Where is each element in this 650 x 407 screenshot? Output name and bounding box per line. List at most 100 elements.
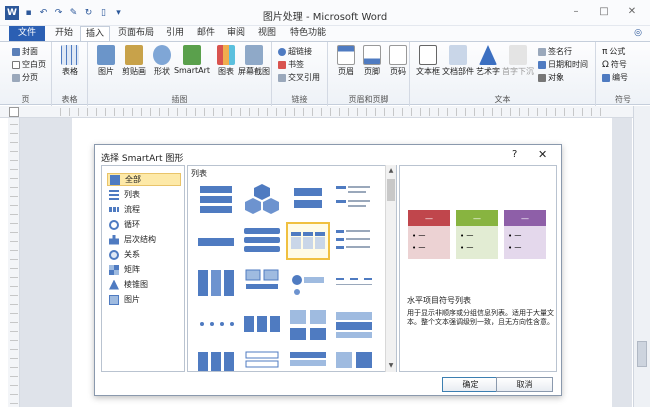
signature-line-button[interactable]: 签名行 <box>538 46 572 57</box>
layout-thumbnail[interactable] <box>332 348 376 371</box>
help-button[interactable]: ? <box>512 149 517 160</box>
layout-thumbnail[interactable] <box>332 222 376 260</box>
tab-home[interactable]: 开始 <box>50 26 78 41</box>
category-list: 全部 列表 流程 循环 层次结构 关系 矩阵 棱锥图 图片 <box>101 165 185 372</box>
symbol-button[interactable]: Ω 符号 <box>602 59 627 70</box>
tab-mailings[interactable]: 邮件 <box>193 26 219 41</box>
scroll-thumb[interactable] <box>637 341 647 367</box>
help-icon[interactable]: ◎ <box>634 28 642 38</box>
numbering-button[interactable]: 编号 <box>602 72 628 83</box>
group-label: 符号 <box>615 95 631 104</box>
footer-icon <box>363 45 381 65</box>
layout-thumbnail[interactable] <box>332 180 376 218</box>
vertical-ruler[interactable] <box>8 118 20 407</box>
category-list-item[interactable]: 列表 <box>107 188 181 201</box>
bullet-1: • 一 <box>508 232 521 240</box>
layout-thumbnail[interactable] <box>240 348 284 371</box>
gallery-scrollbar[interactable]: ▲ ▼ <box>385 165 396 372</box>
tab-page-layout[interactable]: 页面布局 <box>114 26 158 41</box>
category-pyramid[interactable]: 棱锥图 <box>107 278 181 291</box>
date-time-button[interactable]: 日期和时间 <box>538 59 588 70</box>
category-relationship[interactable]: 关系 <box>107 248 181 261</box>
table-button[interactable]: 表格 <box>52 45 88 77</box>
layout-thumbnail[interactable] <box>194 264 238 302</box>
pi-icon: π <box>602 46 608 57</box>
blank-page-button[interactable]: 空白页 <box>12 59 46 70</box>
equation-button[interactable]: π 公式 <box>602 46 625 57</box>
drop-cap-icon <box>509 45 527 65</box>
category-cycle[interactable]: 循环 <box>107 218 181 231</box>
layout-thumbnail[interactable] <box>286 264 330 302</box>
tab-review[interactable]: 审阅 <box>223 26 249 41</box>
layout-thumbnail[interactable] <box>194 180 238 218</box>
layout-thumbnail[interactable] <box>194 222 238 260</box>
bookmark-button[interactable]: 书签 <box>278 59 304 70</box>
layout-thumbnail[interactable] <box>240 306 284 344</box>
category-process[interactable]: 流程 <box>107 203 181 216</box>
tab-selector[interactable] <box>9 107 19 117</box>
maximize-button[interactable]: □ <box>590 4 618 20</box>
gallery-title: 列表 <box>191 169 207 178</box>
category-picture[interactable]: 图片 <box>107 293 181 306</box>
layout-thumbnail[interactable] <box>240 180 284 218</box>
bullet-1: • 一 <box>412 232 425 240</box>
category-hierarchy[interactable]: 层次结构 <box>107 233 181 246</box>
svg-text:—: — <box>473 214 481 223</box>
tab-file[interactable]: 文件 <box>9 26 45 41</box>
minimize-button[interactable]: – <box>562 4 590 20</box>
tab-view[interactable]: 视图 <box>254 26 280 41</box>
bullet-1: • 一 <box>460 232 473 240</box>
layout-thumbnail[interactable] <box>240 264 284 302</box>
group-illustrations: 图片 剪贴画 形状 SmartArt 图表 屏幕截图 插图 <box>88 42 272 106</box>
cross-reference-icon <box>278 73 286 82</box>
cancel-button[interactable]: 取消 <box>496 377 553 392</box>
smartart-button[interactable]: SmartArt <box>172 45 212 75</box>
category-all[interactable]: 全部 <box>107 173 181 186</box>
date-time-icon <box>538 60 546 69</box>
tab-insert[interactable]: 插入 <box>80 26 110 41</box>
process-icon <box>109 207 119 212</box>
ribbon-tabs: 文件 开始 插入 页面布局 引用 邮件 审阅 视图 特色功能 ◎ <box>0 26 650 41</box>
preview-diagram: — — — • 一 • 一 • 一 • 一 • 一 • 一 <box>408 210 546 259</box>
layout-thumbnail[interactable] <box>240 222 284 260</box>
layout-thumbnail[interactable] <box>332 306 376 344</box>
layout-thumbnail[interactable] <box>194 348 238 371</box>
picture-icon <box>97 45 115 65</box>
screenshot-button[interactable]: 屏幕截图 <box>236 45 272 77</box>
tab-references[interactable]: 引用 <box>162 26 188 41</box>
horizontal-ruler[interactable] <box>0 106 650 118</box>
drop-cap-button[interactable]: 首字下沉 <box>500 45 536 77</box>
layout-thumbnail[interactable] <box>286 306 330 344</box>
group-header-footer: 页眉 页脚 页码 页眉和页脚 <box>328 42 410 106</box>
group-label: 链接 <box>291 95 308 104</box>
layout-thumbnail[interactable] <box>332 264 376 302</box>
close-window-button[interactable]: ✕ <box>618 4 646 20</box>
cover-page-button[interactable]: 封面 <box>12 46 38 57</box>
gallery-scroll-thumb[interactable] <box>387 179 395 201</box>
scroll-down-icon[interactable]: ▼ <box>386 361 396 371</box>
layout-gallery: 列表 <box>187 165 397 372</box>
chart-icon <box>217 45 235 65</box>
preview-layout-name: 水平项目符号列表 <box>407 296 471 305</box>
shapes-icon <box>153 45 171 65</box>
ok-button[interactable]: 确定 <box>442 377 499 392</box>
layout-thumbnail-selected[interactable] <box>286 222 330 260</box>
layout-thumbnail[interactable] <box>286 348 330 371</box>
smartart-icon <box>183 45 201 65</box>
cross-reference-button[interactable]: 交叉引用 <box>278 72 320 83</box>
preview-pane: — — — • 一 • 一 • 一 • 一 • 一 • 一 水平项目符号列表 用… <box>399 165 557 372</box>
page-break-button[interactable]: 分页 <box>12 72 38 83</box>
layout-thumbnail[interactable] <box>194 306 238 344</box>
category-matrix[interactable]: 矩阵 <box>107 263 181 276</box>
document-scrollbar[interactable] <box>633 106 650 407</box>
hierarchy-icon <box>109 234 119 245</box>
close-dialog-button[interactable]: ✕ <box>538 148 547 161</box>
pyramid-icon <box>109 279 119 290</box>
group-label: 页 <box>21 95 30 104</box>
hyperlink-button[interactable]: 超链接 <box>278 46 312 57</box>
tab-features[interactable]: 特色功能 <box>286 26 330 41</box>
signature-line-icon <box>538 47 546 56</box>
layout-thumbnail[interactable] <box>286 180 330 218</box>
object-button[interactable]: 对象 <box>538 72 564 83</box>
scroll-up-icon[interactable]: ▲ <box>386 166 396 176</box>
